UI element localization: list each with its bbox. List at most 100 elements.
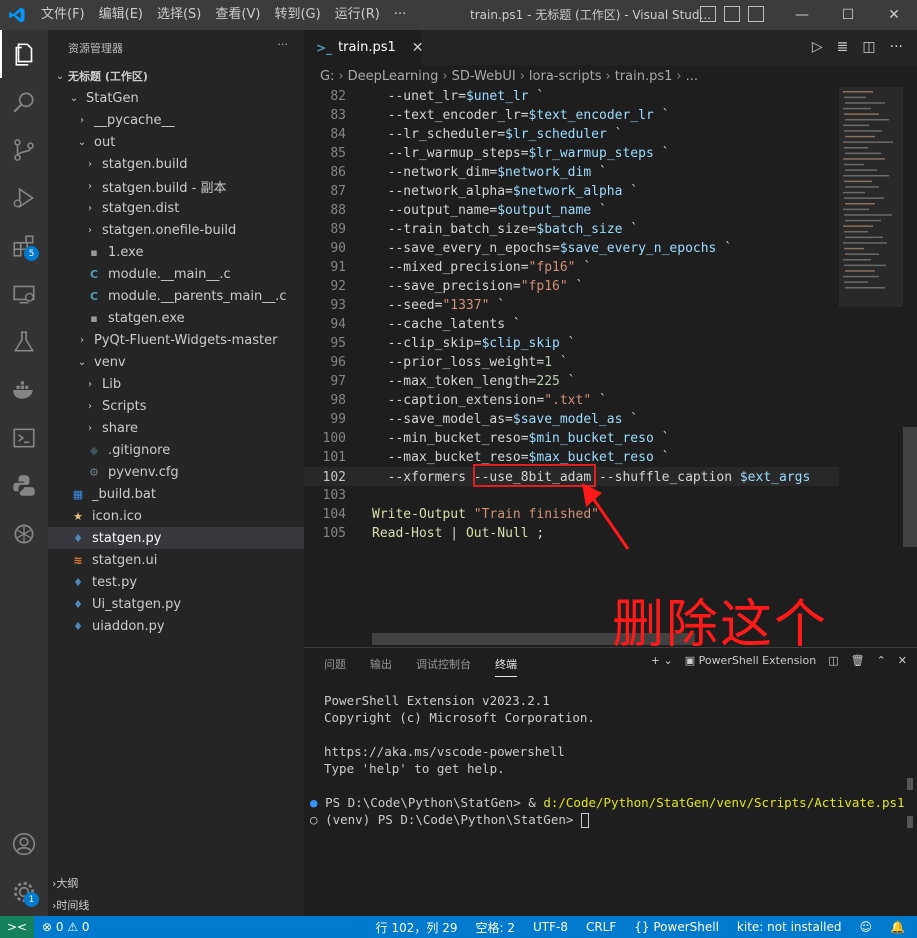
code-line[interactable]: 89 --train_batch_size=$batch_size `	[304, 220, 839, 239]
indentation[interactable]: 空格: 2	[475, 919, 515, 936]
menu-item[interactable]: 编辑(E)	[92, 0, 150, 30]
end-of-line[interactable]: CRLF	[586, 920, 616, 934]
chatgpt-icon[interactable]	[0, 510, 48, 558]
menu-item[interactable]: 文件(F)	[34, 0, 92, 30]
code-line[interactable]: 100 --min_bucket_reso=$min_bucket_reso `	[304, 429, 839, 448]
powershell-icon[interactable]	[0, 414, 48, 462]
tree-folder[interactable]: ⌄ StatGen	[48, 87, 304, 109]
extensions-icon[interactable]: 5	[0, 222, 48, 270]
accounts-icon[interactable]	[0, 820, 48, 868]
close-window-button[interactable]: ✕	[871, 0, 917, 30]
manage-gear-icon[interactable]: 1	[0, 868, 48, 916]
tree-folder[interactable]: › __pycache__	[48, 109, 304, 131]
toggle-sidebar-icon[interactable]	[700, 6, 716, 22]
minimap[interactable]	[839, 87, 903, 647]
problems-indicator[interactable]: ⊗ 0 ⚠ 0	[42, 916, 90, 938]
code-editor[interactable]: 82 --unet_lr=$unet_lr ` 83 --text_encoder…	[304, 87, 839, 647]
tree-folder[interactable]: › statgen.onefile-build	[48, 219, 304, 241]
tree-file[interactable]: ▦ _build.bat	[48, 483, 304, 505]
tree-file[interactable]: ♦ test.py	[48, 571, 304, 593]
editor-vertical-scrollbar[interactable]	[903, 87, 917, 647]
tree-folder[interactable]: › PyQt-Fluent-Widgets-master	[48, 329, 304, 351]
tree-file[interactable]: ▪ 1.exe	[48, 241, 304, 263]
tree-folder[interactable]: › Scripts	[48, 395, 304, 417]
cursor-position[interactable]: 行 102，列 29	[376, 919, 458, 936]
menu-item[interactable]: 选择(S)	[150, 0, 208, 30]
testing-icon[interactable]	[0, 318, 48, 366]
tab-close-icon[interactable]: ✕	[412, 40, 424, 56]
toggle-secondary-sidebar-icon[interactable]	[748, 6, 764, 22]
tree-file[interactable]: ♦ Ui_statgen.py	[48, 593, 304, 615]
panel-tab[interactable]: 调试控制台	[416, 656, 471, 677]
tree-folder[interactable]: › Lib	[48, 373, 304, 395]
maximize-panel-icon[interactable]: ⌃	[877, 654, 886, 667]
code-line[interactable]: 96 --prior_loss_weight=1 `	[304, 353, 839, 372]
code-line[interactable]: 103	[304, 486, 839, 505]
code-line[interactable]: 99 --save_model_as=$save_model_as `	[304, 410, 839, 429]
explorer-icon[interactable]	[0, 30, 48, 78]
minimize-button[interactable]: —	[779, 0, 825, 30]
code-line[interactable]: 86 --network_dim=$network_dim `	[304, 163, 839, 182]
outline-section[interactable]: › 大纲	[48, 872, 304, 894]
kite-status[interactable]: kite: not installed	[737, 920, 842, 934]
tree-file[interactable]: ♦ statgen.py	[48, 527, 304, 549]
menu-item[interactable]: 转到(G)	[267, 0, 327, 30]
scrollbar-thumb[interactable]	[903, 427, 917, 547]
code-line[interactable]: 91 --mixed_precision="fp16" `	[304, 258, 839, 277]
panel-tab[interactable]: 终端	[495, 656, 517, 677]
menu-item[interactable]: ···	[387, 0, 413, 30]
breadcrumb-item[interactable]: SD-WebUI	[452, 69, 516, 84]
code-line[interactable]: 104 Write-Output "Train finished"	[304, 505, 839, 524]
split-editor-icon[interactable]: ◫	[862, 39, 875, 55]
breadcrumb-item[interactable]: lora-scripts	[529, 69, 602, 84]
breadcrumb-item[interactable]: ...	[686, 69, 698, 84]
tree-file[interactable]: Cmodule.__main__.c	[48, 263, 304, 285]
tree-folder[interactable]: › statgen.build - 副本	[48, 175, 304, 197]
close-panel-icon[interactable]: ✕	[898, 654, 907, 667]
tree-file[interactable]: ◆ .gitignore	[48, 439, 304, 461]
maximize-button[interactable]: ☐	[825, 0, 871, 30]
remote-explorer-icon[interactable]	[0, 270, 48, 318]
run-selection-icon[interactable]: ≣	[837, 39, 849, 55]
tree-file[interactable]: ★ icon.ico	[48, 505, 304, 527]
notifications-icon[interactable]: 🔔	[890, 920, 905, 934]
source-control-icon[interactable]	[0, 126, 48, 174]
panel-tab[interactable]: 问题	[324, 656, 346, 677]
run-debug-icon[interactable]	[0, 174, 48, 222]
tree-file[interactable]: ♦ uiaddon.py	[48, 615, 304, 637]
code-line[interactable]: 97 --max_token_length=225 `	[304, 372, 839, 391]
tree-folder[interactable]: › statgen.build	[48, 153, 304, 175]
tree-folder[interactable]: ⌄ out	[48, 131, 304, 153]
code-line[interactable]: 83 --text_encoder_lr=$text_encoder_lr `	[304, 106, 839, 125]
code-line[interactable]: 93 --seed="1337" `	[304, 296, 839, 315]
tree-folder[interactable]: › share	[48, 417, 304, 439]
breadcrumb-item[interactable]: DeepLearning	[348, 69, 439, 84]
feedback-icon[interactable]: ☺	[860, 920, 873, 934]
breadcrumb-item[interactable]: train.ps1	[615, 69, 673, 84]
python-icon[interactable]	[0, 462, 48, 510]
encoding[interactable]: UTF-8	[533, 920, 568, 934]
code-line[interactable]: 85 --lr_warmup_steps=$lr_warmup_steps `	[304, 144, 839, 163]
menu-item[interactable]: 运行(R)	[328, 0, 387, 30]
tab-train-ps1[interactable]: >_ train.ps1 ✕	[304, 30, 424, 65]
code-line[interactable]: 84 --lr_scheduler=$lr_scheduler `	[304, 125, 839, 144]
language-mode[interactable]: {} PowerShell	[634, 920, 719, 934]
workspace-header[interactable]: ⌄ 无标题 (工作区)	[48, 65, 304, 87]
search-icon[interactable]	[0, 78, 48, 126]
code-line[interactable]: 95 --clip_skip=$clip_skip `	[304, 334, 839, 353]
new-terminal-button[interactable]: + ⌄	[651, 654, 673, 667]
tree-folder[interactable]: ⌄ venv	[48, 351, 304, 373]
code-line[interactable]: 88 --output_name=$output_name `	[304, 201, 839, 220]
code-line[interactable]: 90 --save_every_n_epochs=$save_every_n_e…	[304, 239, 839, 258]
timeline-section[interactable]: › 时间线	[48, 894, 304, 916]
more-actions-icon[interactable]: ···	[890, 39, 903, 55]
run-icon[interactable]: ▷	[812, 39, 823, 55]
terminal-selector[interactable]: ▣ PowerShell Extension	[685, 654, 816, 667]
code-line[interactable]: 87 --network_alpha=$network_alpha `	[304, 182, 839, 201]
code-line[interactable]: 92 --save_precision="fp16" `	[304, 277, 839, 296]
code-line[interactable]: 82 --unet_lr=$unet_lr `	[304, 87, 839, 106]
terminal-output[interactable]: PowerShell Extension v2023.2.1 Copyright…	[310, 692, 905, 828]
terminal-scrollbar[interactable]	[907, 778, 913, 828]
sidebar-more-icon[interactable]: ···	[278, 38, 289, 51]
tree-file[interactable]: ▪ statgen.exe	[48, 307, 304, 329]
